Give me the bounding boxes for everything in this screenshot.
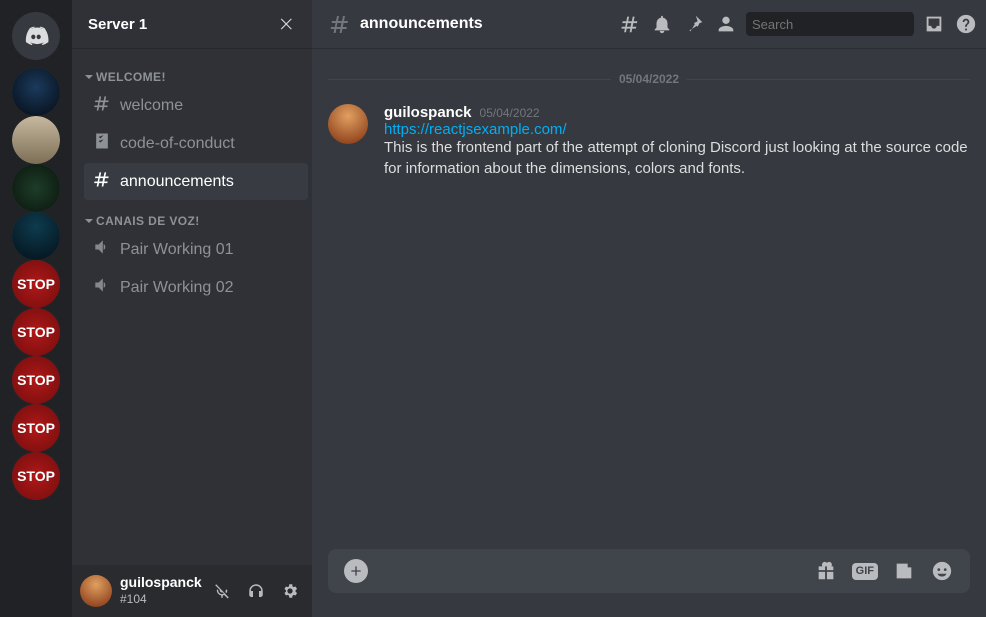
message: guilospanck 05/04/2022 https://reactjsex… (328, 102, 970, 195)
channel-label: welcome (120, 97, 183, 115)
server-7[interactable]: STOP (12, 356, 60, 404)
server-avatar: STOP (12, 308, 60, 356)
members-button[interactable] (714, 12, 738, 36)
channel-column: Server 1 WELCOME! welcome code-of-conduct a… (72, 0, 312, 617)
category-header[interactable]: WELCOME! (76, 70, 312, 86)
user-panel: guilospanck #104 (72, 565, 312, 617)
composer: GIF (312, 549, 986, 617)
message-timestamp: 05/04/2022 (480, 106, 540, 120)
server-header[interactable]: Server 1 (72, 0, 312, 48)
text-channel-welcome[interactable]: welcome (84, 87, 308, 124)
server-avatar: STOP (12, 260, 60, 308)
category-label: WELCOME! (96, 70, 166, 84)
gif-button[interactable]: GIF (852, 563, 878, 580)
category-header[interactable]: CANAIS DE VOZ! (76, 214, 312, 230)
user-tag: #104 (120, 592, 147, 606)
server-8[interactable]: STOP (12, 404, 60, 452)
chevron-down-icon (84, 72, 94, 82)
discord-icon (22, 22, 50, 50)
pins-button[interactable] (682, 12, 706, 36)
server-avatar (12, 212, 60, 260)
channel-label: Pair Working 02 (120, 279, 234, 297)
text-channel-code-of-conduct[interactable]: code-of-conduct (84, 125, 308, 162)
speaker-icon (92, 275, 112, 300)
server-4[interactable] (12, 212, 60, 260)
server-avatar: STOP (12, 356, 60, 404)
channel-list: WELCOME! welcome code-of-conduct announceme… (72, 48, 312, 565)
emoji-icon (931, 560, 953, 582)
topbar: announcements (312, 0, 986, 48)
headphones-icon (247, 582, 265, 600)
settings-button[interactable] (276, 577, 304, 605)
notifications-button[interactable] (650, 12, 674, 36)
message-text: This is the frontend part of the attempt… (384, 138, 970, 179)
members-icon (715, 13, 737, 35)
mute-button[interactable] (208, 577, 236, 605)
voice-channel-pair-working-02[interactable]: Pair Working 02 (84, 269, 308, 306)
message-author[interactable]: guilospanck (384, 104, 472, 121)
category-label: CANAIS DE VOZ! (96, 214, 200, 228)
threads-button[interactable] (618, 12, 642, 36)
date-divider: 05/04/2022 (328, 72, 970, 86)
server-avatar (12, 116, 60, 164)
server-3[interactable] (12, 164, 60, 212)
server-avatar (12, 68, 60, 116)
message-link[interactable]: https://reactjsexample.com/ (384, 121, 970, 138)
close-icon[interactable] (278, 15, 296, 33)
composer-bar[interactable]: GIF (328, 549, 970, 593)
text-channel-announcements[interactable]: announcements (84, 163, 308, 200)
gift-button[interactable] (814, 559, 838, 583)
help-button[interactable] (954, 12, 978, 36)
sticker-icon (893, 560, 915, 582)
server-avatar: STOP (12, 452, 60, 500)
server-avatar (12, 164, 60, 212)
attach-button[interactable] (344, 559, 368, 583)
server-1[interactable] (12, 68, 60, 116)
help-icon (955, 13, 977, 35)
emoji-button[interactable] (930, 559, 954, 583)
home-button[interactable] (12, 12, 60, 60)
bell-icon (651, 13, 673, 35)
server-2[interactable] (12, 116, 60, 164)
message-avatar[interactable] (328, 104, 368, 144)
date-divider-label: 05/04/2022 (619, 72, 679, 86)
search-input[interactable] (752, 17, 928, 32)
threads-icon (619, 13, 641, 35)
server-rail: STOPSTOPSTOPSTOPSTOP (0, 0, 72, 617)
server-9[interactable]: STOP (12, 452, 60, 500)
channel-title: announcements (360, 15, 483, 33)
sticker-button[interactable] (892, 559, 916, 583)
mic-muted-icon (213, 582, 231, 600)
server-title: Server 1 (88, 16, 147, 33)
hash-icon (92, 93, 112, 118)
voice-channel-pair-working-01[interactable]: Pair Working 01 (84, 231, 308, 268)
deafen-button[interactable] (242, 577, 270, 605)
pin-icon (683, 13, 705, 35)
server-5[interactable]: STOP (12, 260, 60, 308)
plus-icon (348, 563, 364, 579)
hash-icon (92, 169, 112, 194)
search-box[interactable] (746, 12, 914, 36)
channel-label: announcements (120, 173, 234, 191)
app-root: STOPSTOPSTOPSTOPSTOP Server 1 WELCOME!we… (0, 0, 986, 617)
chevron-down-icon (84, 216, 94, 226)
server-avatar: STOP (12, 404, 60, 452)
user-info[interactable]: guilospanck #104 (120, 574, 200, 607)
gear-icon (281, 582, 299, 600)
gift-icon (815, 560, 837, 582)
main-area: announcements 05/04/2022 guilospanck 05/… (312, 0, 986, 617)
user-name: guilospanck (120, 574, 200, 590)
rules-icon (92, 131, 112, 156)
channel-label: code-of-conduct (120, 135, 235, 153)
channel-label: Pair Working 01 (120, 241, 234, 259)
inbox-button[interactable] (922, 12, 946, 36)
user-panel-icons (208, 577, 304, 605)
user-avatar[interactable] (80, 575, 112, 607)
server-list: STOPSTOPSTOPSTOPSTOP (12, 68, 60, 500)
inbox-icon (923, 13, 945, 35)
hash-icon (328, 12, 352, 36)
speaker-icon (92, 237, 112, 262)
server-6[interactable]: STOP (12, 308, 60, 356)
message-list: 05/04/2022 guilospanck 05/04/2022 https:… (312, 48, 986, 549)
